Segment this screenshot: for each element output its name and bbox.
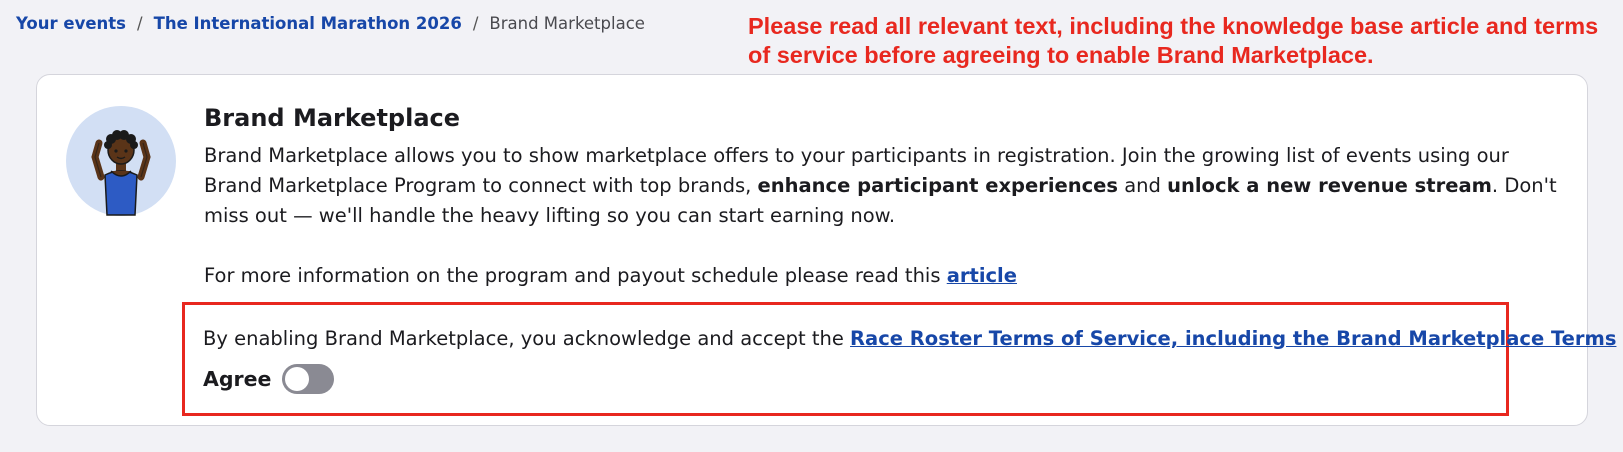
breadcrumb-link-your-events[interactable]: Your events xyxy=(16,14,126,33)
terms-highlight-box xyxy=(182,302,1509,416)
breadcrumb-separator: / xyxy=(137,14,143,33)
article-link[interactable]: article xyxy=(947,264,1017,287)
runner-illustration-icon xyxy=(65,105,177,217)
card-description: Brand Marketplace allows you to show mar… xyxy=(204,141,1564,231)
breadcrumb: Your events / The International Marathon… xyxy=(16,14,645,33)
agree-toggle[interactable] xyxy=(282,364,335,394)
card-content: Brand Marketplace Brand Marketplace allo… xyxy=(204,101,1564,291)
breadcrumb-link-event[interactable]: The International Marathon 2026 xyxy=(154,14,462,33)
agree-row: Agree xyxy=(203,364,335,394)
description-bold: unlock a new revenue stream xyxy=(1167,174,1492,197)
toggle-knob xyxy=(285,367,310,391)
description-text: and xyxy=(1118,174,1168,197)
terms-line: By enabling Brand Marketplace, you ackno… xyxy=(203,324,1616,354)
breadcrumb-current: Brand Marketplace xyxy=(489,14,645,33)
description-bold: enhance participant experiences xyxy=(757,174,1118,197)
info-line: For more information on the program and … xyxy=(204,261,1564,291)
card-title: Brand Marketplace xyxy=(204,104,461,132)
info-text: For more information on the program and … xyxy=(204,264,947,287)
breadcrumb-separator: / xyxy=(472,14,479,33)
terms-text: By enabling Brand Marketplace, you ackno… xyxy=(203,327,851,350)
annotation-note: Please read all relevant text, including… xyxy=(748,13,1599,68)
agree-label: Agree xyxy=(203,367,272,391)
terms-of-service-link[interactable]: Race Roster Terms of Service, including … xyxy=(850,327,1616,350)
